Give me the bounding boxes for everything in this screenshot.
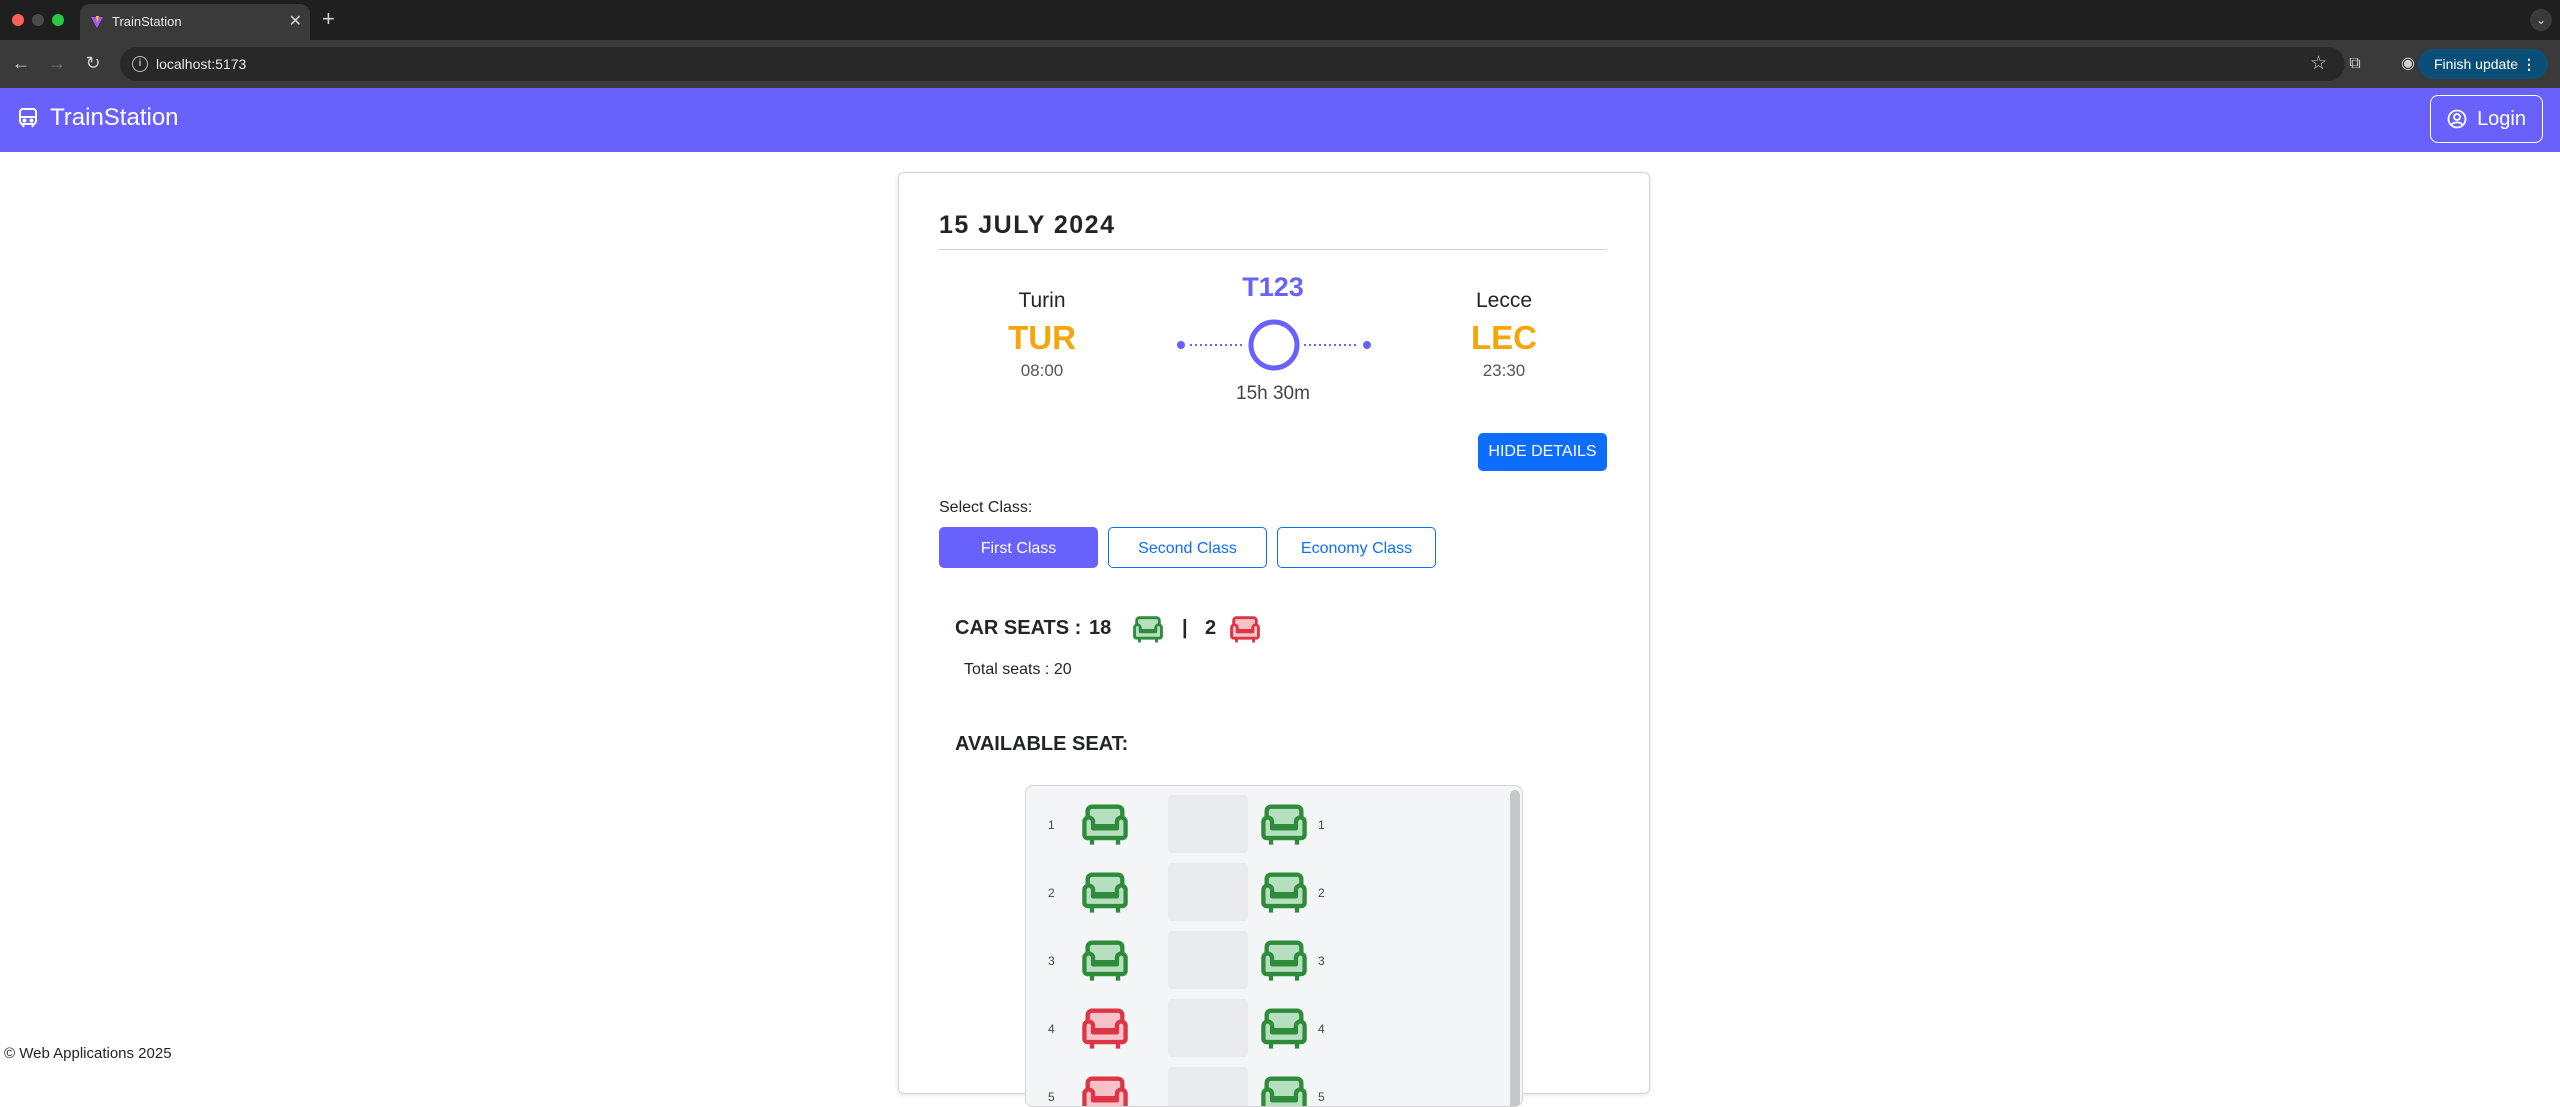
origin-time: 08:00 (1020, 361, 1064, 380)
address-bar[interactable]: i localhost:5173 ☆ (120, 47, 2345, 81)
origin-code: TUR (1008, 319, 1076, 356)
trip-duration: 15h 30m (1236, 383, 1310, 404)
aisle (1168, 931, 1248, 989)
seat-right-5[interactable] (1258, 1070, 1310, 1107)
destination-station: Lecce LEC 23:30 (1424, 289, 1584, 381)
seat-right-2[interactable] (1258, 866, 1310, 918)
tab-title: TrainStation (112, 14, 182, 29)
row-number: 4 (1318, 1022, 1325, 1036)
seat-right-3[interactable] (1258, 934, 1310, 986)
destination-city: Lecce (1475, 289, 1533, 312)
occupied-seat-count: 2 (1205, 617, 1217, 639)
app-navbar: TrainStation Login (0, 88, 2560, 152)
back-icon[interactable]: ← (10, 52, 32, 74)
car-seats-label: CAR SEATS : (955, 617, 1082, 639)
trip-card: 15 JULY 2024 Turin TUR 08:00 T123 15h 30… (898, 172, 1650, 1107)
aisle (1168, 999, 1248, 1057)
browser-tab[interactable]: TrainStation ✕ (80, 4, 310, 40)
available-seat-title: AVAILABLE SEAT: (955, 733, 1129, 755)
row-number: 3 (1048, 954, 1055, 968)
economy-class-button[interactable]: Economy Class (1277, 527, 1436, 568)
login-button[interactable]: Login (2430, 95, 2543, 143)
tab-search-icon[interactable]: ⌄ (2530, 9, 2552, 31)
row-number: 1 (1048, 818, 1055, 832)
brand-name: TrainStation (50, 104, 179, 131)
bookmark-star-icon[interactable]: ☆ (2310, 52, 2327, 75)
extensions-icon[interactable]: ⧉ (2344, 53, 2366, 75)
browser-toolbar: ← → ↻ i localhost:5173 ☆ ⧉ ◉ Finish upda… (0, 40, 2560, 88)
row-number: 5 (1048, 1090, 1055, 1104)
row-number: 2 (1318, 886, 1325, 900)
row-number: 1 (1318, 818, 1325, 832)
total-seats: Total seats : 20 (964, 661, 1072, 678)
origin-city: Turin (1018, 289, 1066, 312)
seat-map: 1 1 2 2 3 3 4 4 5 5 (1025, 785, 1523, 1107)
tab-close-icon[interactable]: ✕ (289, 11, 302, 31)
browser-tab-bar: TrainStation ✕ + ⌄ (0, 0, 2560, 40)
brand[interactable]: TrainStation (16, 104, 179, 132)
seat-right-1[interactable] (1258, 798, 1310, 850)
second-class-button[interactable]: Second Class (1108, 527, 1267, 568)
reload-icon[interactable]: ↻ (82, 52, 104, 74)
available-seat-icon (1133, 616, 1163, 644)
close-window-button[interactable] (12, 14, 24, 26)
profile-icon[interactable]: ◉ (2397, 53, 2419, 75)
seat-left-3[interactable] (1079, 934, 1131, 986)
kebab-menu-icon: ⋮ (2522, 56, 2536, 72)
footer-copyright: © Web Applications 2025 (4, 1045, 172, 1062)
origin-station: Turin TUR 08:00 (962, 289, 1122, 381)
trip-date: 15 JULY 2024 (939, 211, 1116, 239)
select-class-label: Select Class: (939, 499, 1033, 516)
row-number: 3 (1318, 954, 1325, 968)
new-tab-icon[interactable]: + (322, 6, 335, 32)
seat-left-5 (1079, 1070, 1131, 1107)
aisle (1168, 1067, 1248, 1106)
zoom-window-button[interactable] (52, 14, 64, 26)
destination-code: LEC (1471, 319, 1537, 356)
hide-details-button[interactable]: HIDE DETAILS (1478, 433, 1607, 471)
minimize-window-button[interactable] (32, 14, 44, 26)
finish-update-label: Finish update (2433, 56, 2518, 72)
row-number: 2 (1048, 886, 1055, 900)
forward-icon[interactable]: → (46, 52, 68, 74)
route-line-icon (1177, 319, 1371, 371)
aisle (1168, 795, 1248, 853)
seat-right-4[interactable] (1258, 1002, 1310, 1054)
seat-count-separator: | (1182, 617, 1188, 639)
seat-left-1[interactable] (1079, 798, 1131, 850)
occupied-seat-icon (1230, 616, 1260, 644)
login-label: Login (2477, 107, 2526, 130)
row-number: 4 (1048, 1022, 1055, 1036)
seat-map-scrollbar[interactable] (1510, 790, 1520, 1106)
user-circle-icon (2447, 109, 2467, 129)
finish-update-button[interactable]: Finish update ⋮ (2417, 49, 2548, 79)
train-code: T123 (1242, 272, 1304, 302)
divider (939, 249, 1607, 250)
vite-favicon-icon (91, 16, 103, 28)
site-info-icon[interactable]: i (132, 56, 148, 72)
row-number: 5 (1318, 1090, 1325, 1104)
seat-left-2[interactable] (1079, 866, 1131, 918)
url-text: localhost:5173 (156, 56, 247, 72)
train-icon (19, 108, 37, 128)
aisle (1168, 863, 1248, 921)
seat-left-4 (1079, 1002, 1131, 1054)
destination-time: 23:30 (1482, 361, 1526, 380)
available-seat-count: 18 (1089, 617, 1112, 639)
first-class-button[interactable]: First Class (939, 527, 1098, 568)
